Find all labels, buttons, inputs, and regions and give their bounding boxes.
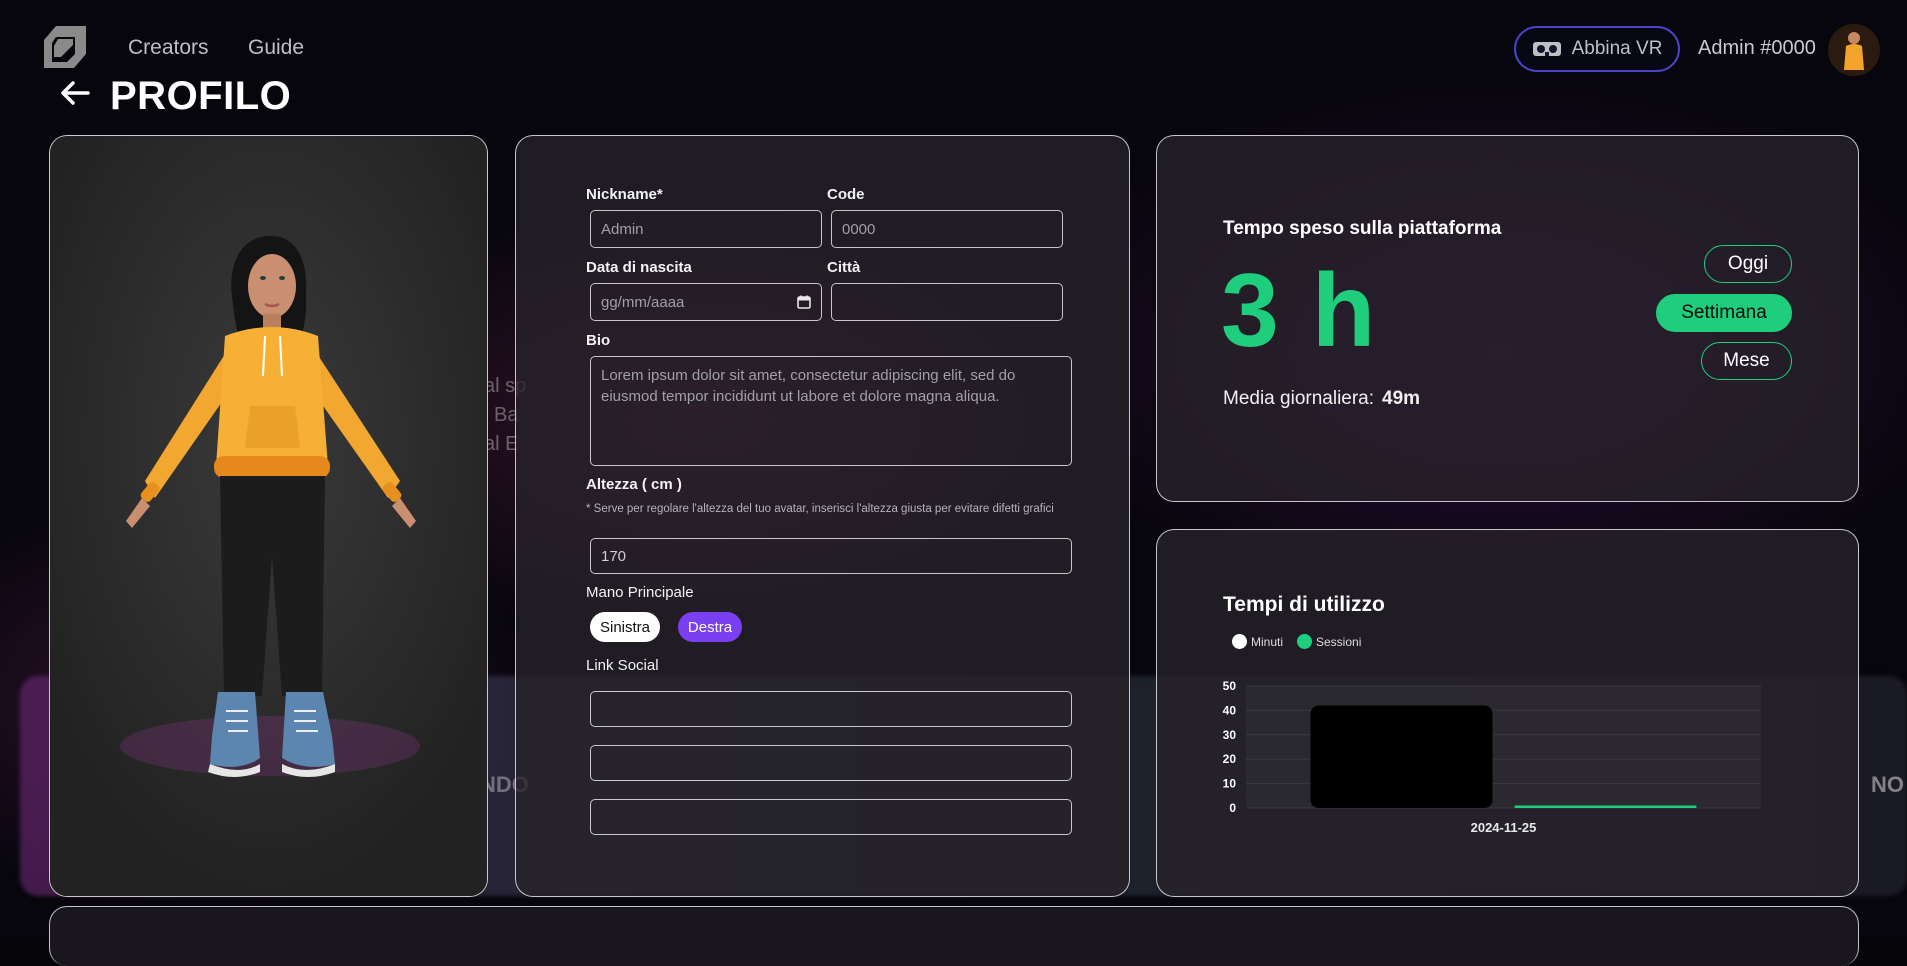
y-tick-label: 50 [1223, 679, 1237, 693]
platform-time-panel: Tempo speso sulla piattaforma 3 h Media … [1156, 135, 1859, 502]
daily-average-value: 49m [1382, 388, 1421, 409]
logo-icon[interactable] [42, 24, 88, 70]
time-panel-title: Tempo speso sulla piattaforma [1223, 218, 1502, 239]
background-word-right: NO [1871, 772, 1904, 797]
vr-headset-icon [1532, 42, 1561, 56]
usage-chart-panel: Tempi di utilizzo Minuti Sessioni 0 10 20 3… [1156, 529, 1859, 897]
y-tick-label: 30 [1223, 728, 1237, 742]
avatar-figure-icon [1828, 24, 1880, 76]
user-avatar[interactable] [1828, 24, 1880, 76]
y-tick-label: 20 [1223, 752, 1237, 766]
nav-guide-link[interactable]: Guide [248, 36, 304, 60]
page-title: PROFILO [110, 74, 292, 118]
nickname-label: Nickname* [586, 186, 663, 203]
city-input[interactable] [831, 283, 1063, 321]
calendar-icon[interactable] [797, 295, 811, 309]
bio-textarea[interactable] [590, 356, 1072, 466]
y-tick-label: 10 [1223, 777, 1237, 791]
y-tick-label: 40 [1223, 703, 1237, 717]
avatar-preview-panel[interactable] [49, 135, 488, 897]
nav-creators-link[interactable]: Creators [128, 36, 209, 60]
background-text-2: l Ba [484, 404, 519, 426]
hand-left-option[interactable]: Sinistra [590, 612, 660, 642]
pair-vr-button[interactable]: Abbina VR [1514, 26, 1680, 72]
x-tick-label: 2024-11-25 [1471, 820, 1537, 835]
social-links-label: Link Social [586, 657, 659, 674]
bar-minuti [1310, 705, 1493, 808]
bottom-panel [49, 906, 1859, 966]
range-week-button[interactable]: Settimana [1656, 294, 1792, 332]
background-text-3: al E [484, 433, 519, 455]
range-today-button[interactable]: Oggi [1704, 245, 1792, 283]
social-link-input-3[interactable] [590, 799, 1072, 835]
pair-vr-label: Abbina VR [1571, 38, 1663, 59]
bio-label: Bio [586, 332, 611, 349]
social-link-input-1[interactable] [590, 691, 1072, 727]
hand-right-option[interactable]: Destra [678, 612, 742, 642]
back-arrow-icon[interactable] [58, 78, 92, 108]
main-hand-label: Mano Principale [586, 584, 694, 601]
social-link-input-2[interactable] [590, 745, 1072, 781]
total-time-value: 3 h [1221, 253, 1378, 369]
y-tick-label: 0 [1229, 801, 1236, 815]
height-label: Altezza ( cm ) [586, 476, 682, 493]
birth-date-input[interactable] [590, 283, 822, 321]
daily-average-label: Media giornaliera: [1223, 388, 1375, 409]
usage-bar-chart: 0 10 20 30 40 50 2024-11-25 [1223, 679, 1761, 835]
code-input[interactable] [831, 210, 1063, 248]
height-note: * Serve per regolare l'altezza del tuo a… [586, 503, 1054, 515]
height-input[interactable] [590, 538, 1072, 574]
profile-form-panel: Nickname* Code Data di nascita Città Bio… [515, 135, 1130, 897]
birth-date-label: Data di nascita [586, 259, 692, 276]
nickname-input[interactable] [590, 210, 822, 248]
range-month-button[interactable]: Mese [1701, 342, 1792, 380]
code-label: Code [827, 186, 865, 203]
city-label: Città [827, 259, 861, 276]
bar-sessioni [1514, 805, 1697, 808]
user-name[interactable]: Admin #0000 [1698, 37, 1816, 60]
daily-average: Media giornaliera: 49m [1223, 388, 1420, 410]
avatar-3d-model [50, 136, 487, 896]
